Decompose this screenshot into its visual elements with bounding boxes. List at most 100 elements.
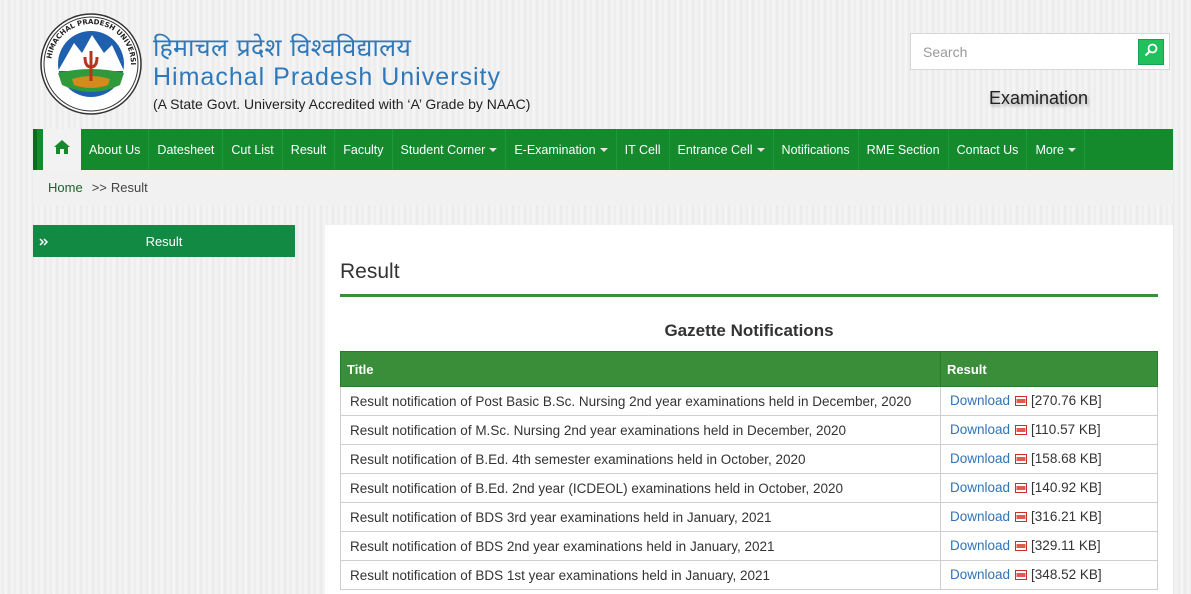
table-row: Result notification of BDS 3rd year exam… [340,502,1158,532]
caret-down-icon [489,147,498,152]
result-title: Result notification of M.Sc. Nursing 2nd… [340,415,941,445]
home-icon [53,139,71,160]
nav-label: IT Cell [624,142,661,157]
nav-result[interactable]: Result [283,129,336,170]
download-link[interactable]: Download [950,538,1010,553]
table-row: Result notification of M.Sc. Nursing 2nd… [340,415,1158,445]
table-row: Result notification of B.Ed. 4th semeste… [340,444,1158,474]
result-cell: Download [329.11 KB] [940,531,1158,561]
table-row: Result notification of BDS 1st year exam… [340,560,1158,590]
nav-label: About Us [89,142,141,157]
nav-student-corner[interactable]: Student Corner [393,129,507,170]
site-title-english[interactable]: Himachal Pradesh University [153,63,501,92]
nav-e-examination[interactable]: E-Examination [506,129,617,170]
column-header-result: Result [940,351,1158,387]
nav-label: E-Examination [514,142,596,157]
breadcrumb-current: Result [110,180,148,195]
result-cell: Download [270.76 KB] [940,386,1158,416]
download-link[interactable]: Download [950,393,1010,408]
nav-label: RME Section [866,142,940,157]
double-arrow-right-icon [39,235,49,250]
nav-label: Entrance Cell [677,142,753,157]
nav-entrance-cell[interactable]: Entrance Cell [670,129,774,170]
table-row: Result notification of B.Ed. 2nd year (I… [340,473,1158,503]
nav-label: Notifications [781,142,850,157]
university-logo[interactable]: HIMACHAL PRADESH UNIVERSITY [36,7,142,115]
result-title: Result notification of B.Ed. 2nd year (I… [340,473,941,503]
breadcrumb-home-link[interactable]: Home [48,180,83,195]
nav-label: More [1035,142,1064,157]
nav-notifications[interactable]: Notifications [774,129,859,170]
file-size: [110.57 KB] [1031,422,1101,438]
title-divider [340,294,1158,297]
caret-down-icon [599,147,608,152]
result-cell: Download [348.52 KB] [940,560,1158,590]
nav-label: Student Corner [400,142,486,157]
search-box [910,33,1170,70]
pdf-icon [1015,423,1028,438]
search-input[interactable] [911,34,1155,69]
result-title: Result notification of Post Basic B.Sc. … [340,386,941,416]
sidebar-item-label: Result [145,233,183,249]
main-nav: About Us Datesheet Cut List Result Facul… [33,129,1173,170]
nav-cut-list[interactable]: Cut List [223,129,283,170]
nav-label: Faculty [343,142,384,157]
nav-contact-us[interactable]: Contact Us [949,129,1028,170]
result-cell: Download [158.68 KB] [940,444,1158,474]
results-table: Title Result Result notification of Post… [340,351,1158,590]
file-size: [140.92 KB] [1031,480,1102,496]
pdf-icon [1015,452,1028,467]
download-link[interactable]: Download [950,567,1010,582]
result-title: Result notification of BDS 1st year exam… [340,560,941,590]
file-size: [316.21 KB] [1031,509,1102,525]
nav-label: Result [290,142,327,157]
nav-label: Datesheet [157,142,215,157]
pdf-icon [1015,568,1028,583]
pdf-icon [1015,539,1028,554]
search-icon [1144,43,1158,62]
section-title: Gazette Notifications [664,321,834,340]
nav-label: Cut List [231,142,274,157]
breadcrumb-separator: >> [91,180,107,195]
main-content: Result Gazette Notifications Title Resul… [325,225,1173,594]
nav-more[interactable]: More [1027,129,1085,170]
column-header-title: Title [340,351,941,387]
table-header-row: Title Result [340,351,1158,387]
result-title: Result notification of BDS 3rd year exam… [340,502,941,532]
nav-rme-section[interactable]: RME Section [859,129,949,170]
page-title: Result [340,260,400,283]
sidebar-item-result[interactable]: Result [33,225,295,257]
nav-about-us[interactable]: About Us [81,129,150,170]
file-size: [158.68 KB] [1031,451,1102,467]
site-title-hindi[interactable]: हिमाचल प्रदेश विश्वविद्यालय [153,30,411,64]
pdf-icon [1015,394,1028,409]
nav-datesheet[interactable]: Datesheet [149,129,224,170]
search-button[interactable] [1138,39,1164,65]
table-row: Result notification of Post Basic B.Sc. … [340,386,1158,416]
result-title: Result notification of BDS 2nd year exam… [340,531,941,561]
breadcrumb: Home >> Result [33,170,1173,205]
pdf-icon [1015,481,1028,496]
file-size: [270.76 KB] [1031,393,1102,409]
result-cell: Download [110.57 KB] [940,415,1158,445]
download-link[interactable]: Download [950,451,1010,466]
site-tagline: (A State Govt. University Accredited wit… [153,96,531,112]
result-cell: Download [316.21 KB] [940,502,1158,532]
pdf-icon [1015,510,1028,525]
download-link[interactable]: Download [950,509,1010,524]
nav-faculty[interactable]: Faculty [335,129,393,170]
caret-down-icon [756,147,765,152]
result-cell: Download [140.92 KB] [940,473,1158,503]
table-row: Result notification of BDS 2nd year exam… [340,531,1158,561]
file-size: [348.52 KB] [1031,567,1102,583]
nav-home-button[interactable] [33,129,81,170]
caret-down-icon [1067,147,1076,152]
site-header: HIMACHAL PRADESH UNIVERSITY हिमाचल प्रदे… [0,0,1191,128]
download-link[interactable]: Download [950,480,1010,495]
section-label: Examination [989,88,1089,108]
download-link[interactable]: Download [950,422,1010,437]
nav-label: Contact Us [956,142,1019,157]
nav-it-cell[interactable]: IT Cell [617,129,670,170]
result-title: Result notification of B.Ed. 4th semeste… [340,444,941,474]
file-size: [329.11 KB] [1031,538,1101,554]
